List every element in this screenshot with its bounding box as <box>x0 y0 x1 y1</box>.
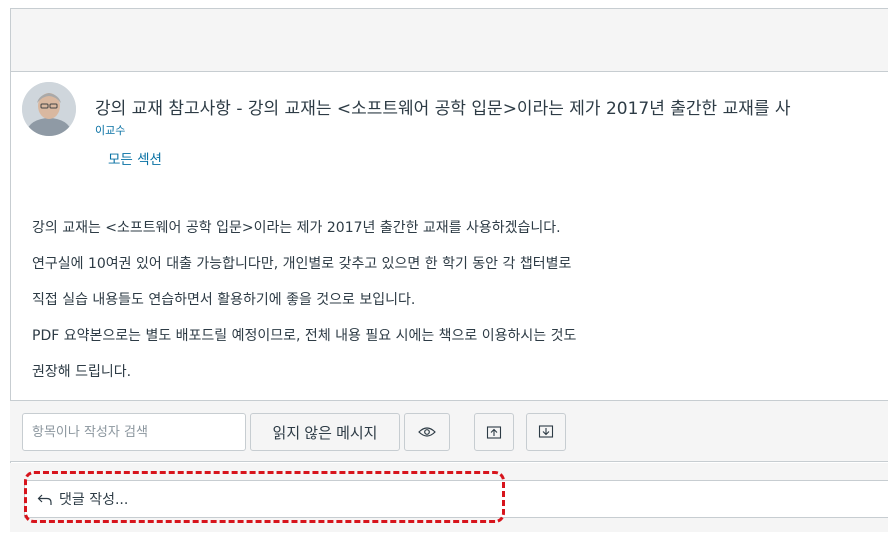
reply-arrow-icon <box>37 493 53 506</box>
body-line: 강의 교재는 <소프트웨어 공학 입문>이라는 제가 2017년 출간한 교재를… <box>32 220 561 236</box>
search-input[interactable] <box>23 414 245 450</box>
person-photo-icon <box>22 82 76 136</box>
reply-area: 댓글 작성... <box>10 463 888 532</box>
eye-icon <box>418 427 436 437</box>
expand-all-button[interactable] <box>526 413 566 451</box>
reply-placeholder: 댓글 작성... <box>59 492 129 508</box>
search-box <box>22 413 246 451</box>
author-name[interactable]: 이교수 <box>95 122 125 138</box>
expand-down-icon <box>538 425 554 438</box>
discussion-header-bar <box>11 9 888 72</box>
collapse-up-icon <box>486 426 502 439</box>
post-body: 강의 교재는 <소프트웨어 공학 입문>이라는 제가 2017년 출간한 교재를… <box>32 218 576 398</box>
body-line: 연구실에 10여권 있어 대출 가능합니다만, 개인별로 갖추고 있으면 한 학… <box>32 256 572 272</box>
body-line: 권장해 드립니다. <box>32 364 132 380</box>
collapse-all-button[interactable] <box>474 413 514 451</box>
unread-filter-button[interactable]: 읽지 않은 메시지 <box>250 413 400 451</box>
reply-input[interactable]: 댓글 작성... <box>24 480 888 518</box>
sections-label: 모든 섹션 <box>108 152 162 168</box>
post-title: 강의 교재 참고사항 - 강의 교재는 <소프트웨어 공학 입문>이라는 제가 … <box>95 99 791 119</box>
mark-read-button[interactable] <box>404 413 450 451</box>
discussion-toolbar: 읽지 않은 메시지 <box>10 400 888 462</box>
avatar[interactable] <box>22 82 76 136</box>
body-line: 직접 실습 내용들도 연습하면서 활용하기에 좋을 것으로 보입니다. <box>32 292 416 308</box>
body-line: PDF 요약본으로는 별도 배포드릴 예정이므로, 전체 내용 필요 시에는 책… <box>32 328 577 344</box>
